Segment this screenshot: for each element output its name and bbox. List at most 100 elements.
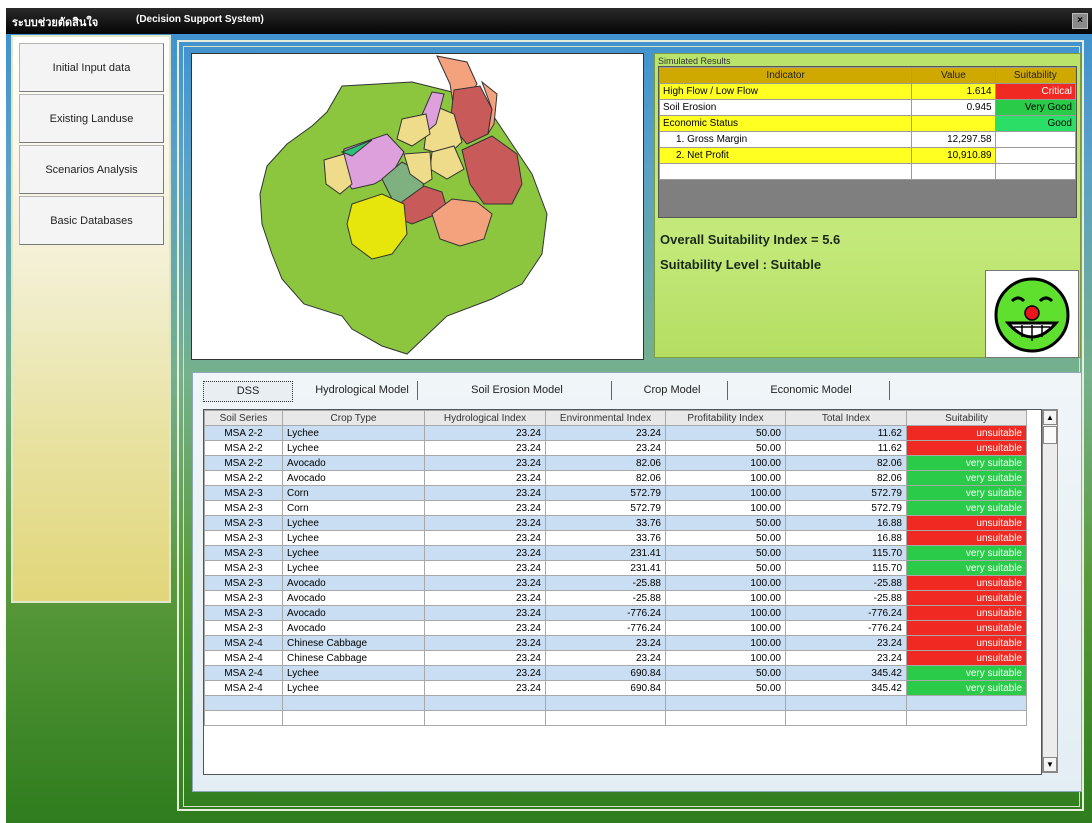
cell-soil-series[interactable]: MSA 2-2	[204, 470, 283, 486]
cell-total-index[interactable]	[785, 710, 907, 726]
tab-hydrological-model[interactable]: Hydrological Model	[307, 381, 418, 400]
cell-profitability-index[interactable]: 50.00	[665, 545, 786, 561]
cell-total-index[interactable]	[785, 695, 907, 711]
cell-soil-series[interactable]: MSA 2-3	[204, 500, 283, 516]
cell-soil-series[interactable]: MSA 2-3	[204, 620, 283, 636]
cell-total-index[interactable]: 115.70	[785, 560, 907, 576]
cell-profitability-index[interactable]: 50.00	[665, 425, 786, 441]
table-row[interactable]: MSA 2-2 Avocado 23.24 82.06 100.00 82.06 very …	[204, 455, 1027, 471]
table-row[interactable]: MSA 2-4 Lychee 23.24 690.84 50.00 345.42 very …	[204, 665, 1027, 681]
cell-suitability[interactable]: unsuitable	[906, 590, 1027, 606]
cell-profitability-index[interactable]: 50.00	[665, 530, 786, 546]
cell-soil-series[interactable]: MSA 2-4	[204, 680, 283, 696]
col-soil-series[interactable]: Soil Series	[204, 410, 283, 426]
cell-hydrological-index[interactable]: 23.24	[424, 650, 546, 666]
cell-suitability[interactable]	[906, 695, 1027, 711]
cell-crop-type[interactable]: Avocado	[282, 590, 425, 606]
cell-environmental-index[interactable]: 82.06	[545, 470, 666, 486]
cell-profitability-index[interactable]: 100.00	[665, 605, 786, 621]
cell-hydrological-index[interactable]: 23.24	[424, 605, 546, 621]
cell-environmental-index[interactable]: -25.88	[545, 575, 666, 591]
nav-scenarios-analysis-button[interactable]: Scenarios Analysis	[19, 145, 164, 194]
cell-total-index[interactable]: 82.06	[785, 470, 907, 486]
cell-suitability[interactable]: unsuitable	[906, 515, 1027, 531]
cell-soil-series[interactable]: MSA 2-4	[204, 665, 283, 681]
cell-total-index[interactable]: 23.24	[785, 635, 907, 651]
cell-total-index[interactable]: 23.24	[785, 650, 907, 666]
tab-dss[interactable]: DSS	[203, 381, 293, 402]
cell-environmental-index[interactable]: 23.24	[545, 440, 666, 456]
cell-total-index[interactable]: 16.88	[785, 530, 907, 546]
table-row[interactable]: MSA 2-3 Avocado 23.24 -776.24 100.00 -776.24 u…	[204, 620, 1027, 636]
col-hydrological-index[interactable]: Hydrological Index	[424, 410, 546, 426]
cell-environmental-index[interactable]: 572.79	[545, 500, 666, 516]
cell-profitability-index[interactable]: 100.00	[665, 650, 786, 666]
cell-soil-series[interactable]: MSA 2-3	[204, 530, 283, 546]
cell-profitability-index[interactable]: 50.00	[665, 515, 786, 531]
cell-profitability-index[interactable]: 100.00	[665, 620, 786, 636]
cell-profitability-index[interactable]: 100.00	[665, 470, 786, 486]
table-row[interactable]: MSA 2-2 Avocado 23.24 82.06 100.00 82.06 very …	[204, 470, 1027, 486]
table-row[interactable]: MSA 2-3 Avocado 23.24 -25.88 100.00 -25.88 uns…	[204, 590, 1027, 606]
table-row[interactable]: MSA 2-3 Avocado 23.24 -776.24 100.00 -776.24 u…	[204, 605, 1027, 621]
cell-suitability[interactable]: very suitable	[906, 545, 1027, 561]
col-profitability-index[interactable]: Profitability Index	[665, 410, 786, 426]
cell-hydrological-index[interactable]	[424, 710, 546, 726]
cell-profitability-index[interactable]	[665, 710, 786, 726]
scroll-down-icon[interactable]: ▼	[1043, 757, 1057, 772]
cell-profitability-index[interactable]	[665, 695, 786, 711]
cell-total-index[interactable]: 16.88	[785, 515, 907, 531]
cell-crop-type[interactable]: Corn	[282, 485, 425, 501]
cell-total-index[interactable]: 345.42	[785, 680, 907, 696]
cell-soil-series[interactable]: MSA 2-3	[204, 545, 283, 561]
scroll-thumb[interactable]	[1043, 426, 1057, 444]
cell-suitability[interactable]: very suitable	[906, 665, 1027, 681]
cell-total-index[interactable]: -776.24	[785, 605, 907, 621]
cell-hydrological-index[interactable]: 23.24	[424, 635, 546, 651]
table-row[interactable]: MSA 2-3 Corn 23.24 572.79 100.00 572.79 very s…	[204, 485, 1027, 501]
cell-soil-series[interactable]: MSA 2-3	[204, 560, 283, 576]
tab-crop-model[interactable]: Crop Model	[617, 381, 728, 400]
close-button[interactable]: ×	[1072, 13, 1088, 29]
cell-hydrological-index[interactable]: 23.24	[424, 470, 546, 486]
cell-profitability-index[interactable]: 100.00	[665, 590, 786, 606]
cell-crop-type[interactable]	[282, 695, 425, 711]
cell-hydrological-index[interactable]: 23.24	[424, 545, 546, 561]
cell-environmental-index[interactable]: 690.84	[545, 680, 666, 696]
cell-suitability[interactable]: unsuitable	[906, 605, 1027, 621]
cell-crop-type[interactable]: Lychee	[282, 545, 425, 561]
cell-soil-series[interactable]: MSA 2-3	[204, 575, 283, 591]
cell-crop-type[interactable]: Lychee	[282, 680, 425, 696]
cell-hydrological-index[interactable]: 23.24	[424, 455, 546, 471]
cell-soil-series[interactable]: MSA 2-3	[204, 485, 283, 501]
cell-soil-series[interactable]	[204, 710, 283, 726]
cell-hydrological-index[interactable]: 23.24	[424, 440, 546, 456]
cell-total-index[interactable]: -25.88	[785, 590, 907, 606]
cell-soil-series[interactable]: MSA 2-2	[204, 440, 283, 456]
cell-hydrological-index[interactable]: 23.24	[424, 515, 546, 531]
cell-soil-series[interactable]: MSA 2-2	[204, 455, 283, 471]
cell-crop-type[interactable]: Chinese Cabbage	[282, 650, 425, 666]
cell-crop-type[interactable]: Avocado	[282, 575, 425, 591]
cell-environmental-index[interactable]: -776.24	[545, 620, 666, 636]
cell-crop-type[interactable]: Chinese Cabbage	[282, 635, 425, 651]
nav-initial-input-button[interactable]: Initial Input data	[19, 43, 164, 92]
cell-hydrological-index[interactable]: 23.24	[424, 665, 546, 681]
cell-hydrological-index[interactable]: 23.24	[424, 485, 546, 501]
cell-crop-type[interactable]: Avocado	[282, 470, 425, 486]
cell-profitability-index[interactable]: 100.00	[665, 635, 786, 651]
table-row[interactable]: MSA 2-3 Lychee 23.24 33.76 50.00 16.88 unsuita…	[204, 515, 1027, 531]
cell-hydrological-index[interactable]: 23.24	[424, 560, 546, 576]
cell-profitability-index[interactable]: 100.00	[665, 485, 786, 501]
cell-total-index[interactable]: 11.62	[785, 425, 907, 441]
cell-suitability[interactable]: very suitable	[906, 500, 1027, 516]
cell-environmental-index[interactable]: 23.24	[545, 635, 666, 651]
col-environmental-index[interactable]: Environmental Index	[545, 410, 666, 426]
cell-environmental-index[interactable]	[545, 695, 666, 711]
cell-suitability[interactable]	[906, 710, 1027, 726]
cell-hydrological-index[interactable]: 23.24	[424, 680, 546, 696]
cell-environmental-index[interactable]: 690.84	[545, 665, 666, 681]
col-suitability[interactable]: Suitability	[906, 410, 1027, 426]
cell-profitability-index[interactable]: 50.00	[665, 440, 786, 456]
cell-suitability[interactable]: unsuitable	[906, 425, 1027, 441]
